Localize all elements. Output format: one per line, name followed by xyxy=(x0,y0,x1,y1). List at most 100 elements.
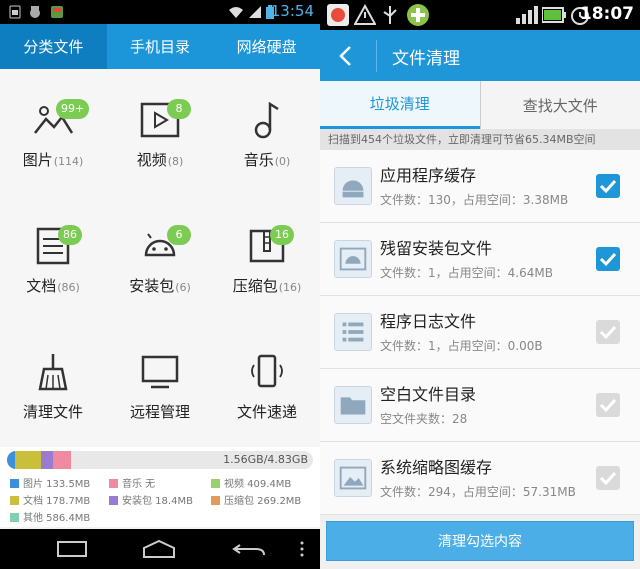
category-count: (0) xyxy=(274,155,291,168)
status-clock: 13:54 xyxy=(270,2,314,20)
item-subtitle: 文件数：130，占用空间：3.38MB xyxy=(380,193,569,207)
storage-segment xyxy=(15,451,42,469)
category-label: 图片 xyxy=(22,151,53,169)
category-label: 安装包 xyxy=(129,277,175,295)
category-videos[interactable]: 8 视频(8) xyxy=(107,69,213,195)
document-count-badge: 86 xyxy=(58,225,82,245)
legend-item: 安装包 18.4MB xyxy=(109,492,193,507)
category-count: (16) xyxy=(278,281,302,294)
apk-count-badge: 6 xyxy=(167,225,191,245)
battery-charging-icon xyxy=(542,7,566,23)
storage-total: 1.56GB/4.83GB xyxy=(223,453,308,466)
archive-count-badge: 16 xyxy=(270,225,294,245)
right-screen: 18:07 文件清理 垃圾清理 查找大文件 扫描到454个垃圾文件，立即清理可节… xyxy=(320,0,640,569)
back-nav-icon[interactable] xyxy=(55,539,89,559)
page-title: 文件清理 xyxy=(392,49,460,69)
list-item[interactable]: 程序日志文件 文件数：1，占用空间：0.00B xyxy=(320,296,640,369)
menu-nav-icon[interactable] xyxy=(298,539,306,559)
category-music[interactable]: 音乐(0) xyxy=(214,69,320,195)
music-icon xyxy=(254,101,279,139)
tab-junk-clean[interactable]: 垃圾清理 xyxy=(320,81,480,129)
scan-summary: 扫描到454个垃圾文件，立即清理可节省65.34MB空间 xyxy=(320,129,640,150)
item-checkbox[interactable] xyxy=(596,174,620,198)
left-screen: 13:54 分类文件 手机目录 网络硬盘 99+ 图片(114) 8 视频(8)… xyxy=(0,0,320,569)
status-bar: 18:07 xyxy=(320,0,640,30)
junk-list: 应用程序缓存 文件数：130，占用空间：3.38MB 残留安装包文件 文件数：1… xyxy=(320,150,640,515)
category-grid: 99+ 图片(114) 8 视频(8) 音乐(0) 86 文档(86) 6 安装… xyxy=(0,69,320,447)
wifi-icon xyxy=(228,4,243,18)
legend-item: 压缩包 269.2MB xyxy=(211,492,301,507)
item-title: 程序日志文件 xyxy=(380,312,477,331)
category-label: 文档 xyxy=(26,277,57,295)
category-archives[interactable]: 16 压缩包(16) xyxy=(214,195,320,321)
category-apks[interactable]: 6 安装包(6) xyxy=(107,195,213,321)
item-title: 空白文件目录 xyxy=(380,385,477,404)
category-tabs: 分类文件 手机目录 网络硬盘 xyxy=(0,24,320,69)
signal-icon xyxy=(248,4,262,18)
storage-segment xyxy=(41,451,53,469)
storage-segment xyxy=(7,451,16,469)
category-documents[interactable]: 86 文档(86) xyxy=(0,195,106,321)
category-label: 视频 xyxy=(136,151,167,169)
navigation-bar xyxy=(0,529,320,569)
title-bar: 文件清理 xyxy=(320,30,640,81)
item-title: 应用程序缓存 xyxy=(380,166,477,185)
app-notification-icon xyxy=(50,4,64,18)
log-list-icon xyxy=(334,313,372,351)
broom-icon xyxy=(38,354,68,391)
item-checkbox[interactable] xyxy=(596,393,620,417)
back-arrow-icon[interactable] xyxy=(334,44,358,68)
category-label: 压缩包 xyxy=(232,277,278,295)
app-notification-icon xyxy=(407,4,429,26)
legend-item: 其他 586.4MB xyxy=(10,509,90,524)
tab-network-disk[interactable]: 网络硬盘 xyxy=(213,24,320,69)
category-count: (86) xyxy=(57,281,80,294)
usb-icon xyxy=(383,6,397,24)
item-subtitle: 文件数：294，占用空间：57.31MB xyxy=(380,485,576,499)
warning-icon xyxy=(354,4,376,25)
tool-label: 清理文件 xyxy=(22,403,83,421)
item-subtitle: 空文件夹数：28 xyxy=(380,412,468,426)
item-title: 残留安装包文件 xyxy=(380,239,493,258)
phone-transfer-icon xyxy=(251,354,283,388)
status-bar: 13:54 xyxy=(0,0,320,24)
storage-panel: 1.56GB/4.83GB 图片 133.5MB 音乐 无 视频 409.4MB… xyxy=(0,447,320,527)
home-nav-icon[interactable] xyxy=(142,539,176,559)
video-count-badge: 8 xyxy=(167,99,191,119)
category-label: 音乐 xyxy=(243,151,274,169)
tab-category-files[interactable]: 分类文件 xyxy=(0,24,107,69)
tool-clean-files[interactable]: 清理文件 xyxy=(0,321,106,447)
legend-item: 视频 409.4MB xyxy=(211,475,291,490)
list-item[interactable]: 应用程序缓存 文件数：130，占用空间：3.38MB xyxy=(320,150,640,223)
item-subtitle: 文件数：1，占用空间：4.64MB xyxy=(380,266,553,280)
android-package-icon xyxy=(334,240,372,278)
tool-label: 远程管理 xyxy=(129,403,190,421)
android-app-icon xyxy=(334,167,372,205)
item-checkbox[interactable] xyxy=(596,320,620,344)
tab-phone-directory[interactable]: 手机目录 xyxy=(107,24,214,69)
status-clock: 18:07 xyxy=(579,4,634,24)
item-title: 系统缩略图缓存 xyxy=(380,458,493,477)
tool-file-transfer[interactable]: 文件速递 xyxy=(214,321,320,447)
clean-selected-button[interactable]: 清理勾选内容 xyxy=(326,521,634,561)
category-images[interactable]: 99+ 图片(114) xyxy=(0,69,106,195)
list-item[interactable]: 残留安装包文件 文件数：1，占用空间：4.64MB xyxy=(320,223,640,296)
sim-icon xyxy=(8,4,22,19)
tool-label: 文件速递 xyxy=(236,403,297,421)
tab-find-large-files[interactable]: 查找大文件 xyxy=(479,81,640,129)
item-checkbox[interactable] xyxy=(596,466,620,490)
list-item[interactable]: 系统缩略图缓存 文件数：294，占用空间：57.31MB xyxy=(320,442,640,515)
category-count: (114) xyxy=(53,155,84,168)
clean-tabs: 垃圾清理 查找大文件 xyxy=(320,81,640,129)
category-count: (8) xyxy=(167,155,184,168)
legend-item: 音乐 无 xyxy=(109,475,155,490)
storage-segment xyxy=(53,451,71,469)
item-checkbox[interactable] xyxy=(596,247,620,271)
category-count: (6) xyxy=(175,281,191,294)
recent-apps-nav-icon[interactable] xyxy=(232,539,266,559)
tool-remote-management[interactable]: 远程管理 xyxy=(107,321,213,447)
thumbnail-icon xyxy=(334,459,372,497)
list-item[interactable]: 空白文件目录 空文件夹数：28 xyxy=(320,369,640,442)
image-count-badge: 99+ xyxy=(56,99,90,119)
legend-item: 图片 133.5MB xyxy=(10,475,90,490)
